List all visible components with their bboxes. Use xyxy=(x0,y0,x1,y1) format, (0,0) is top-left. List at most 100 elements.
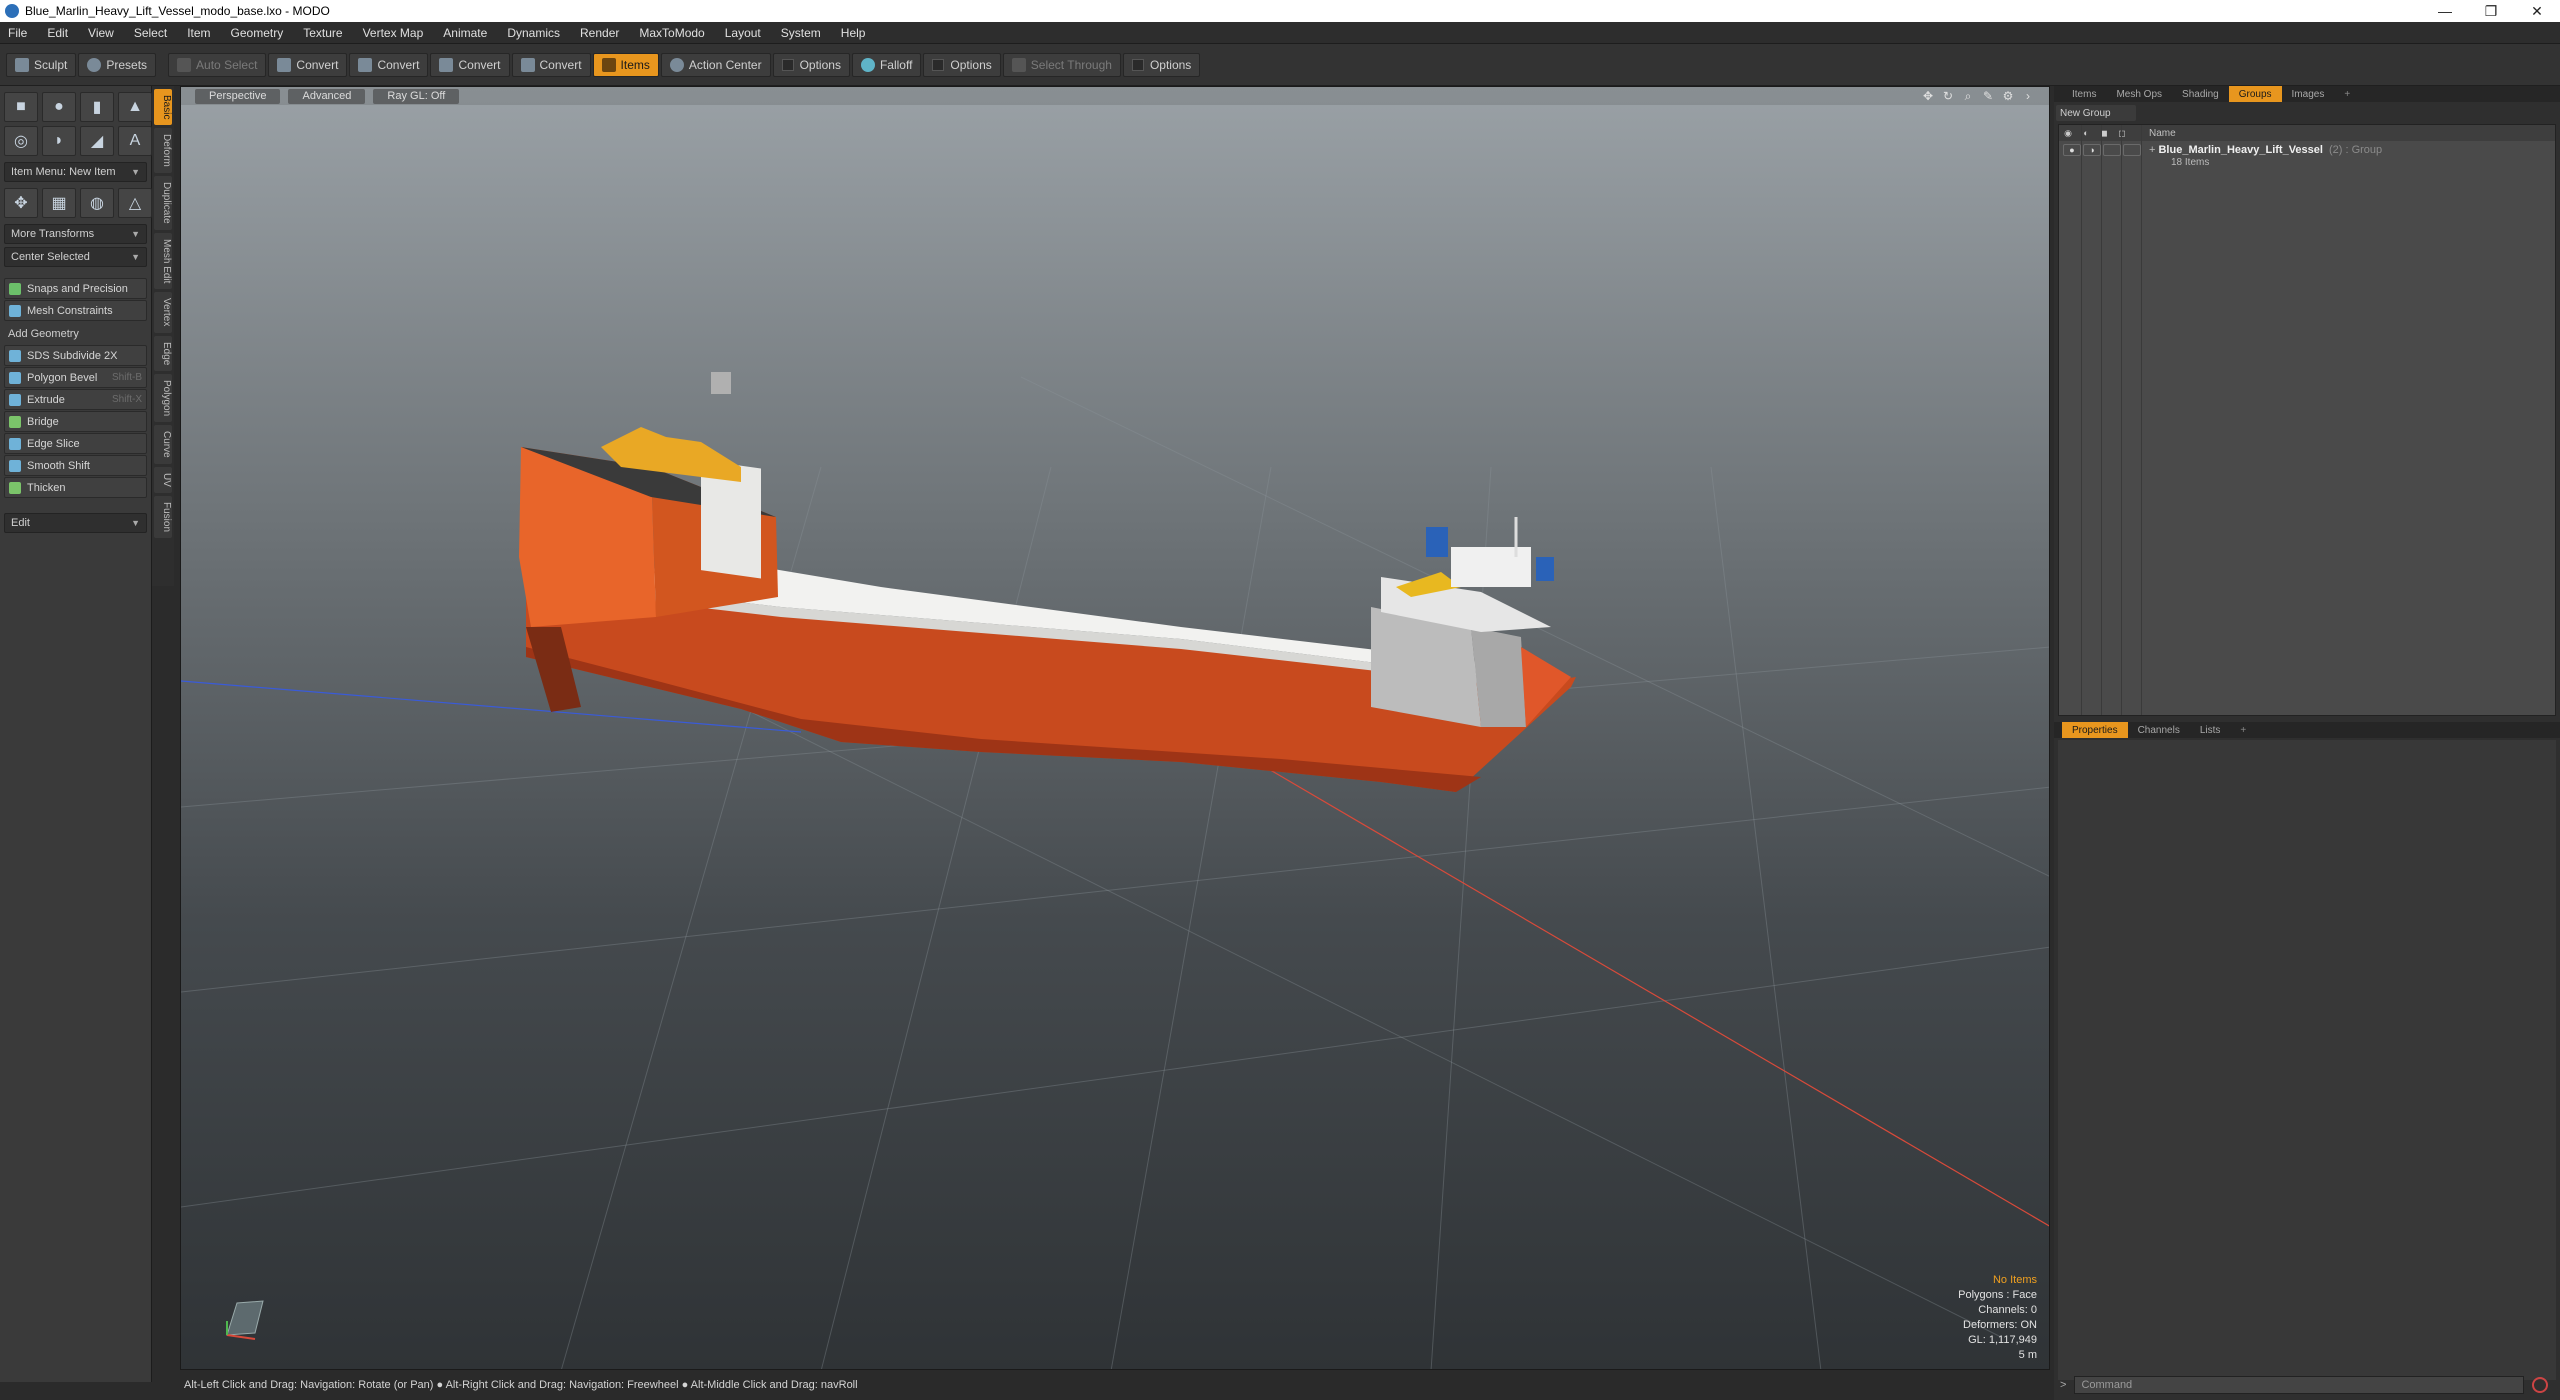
cube-icon[interactable]: ■ xyxy=(4,92,38,122)
new-group-button[interactable]: New Group xyxy=(2056,105,2136,121)
tab-edge[interactable]: Edge xyxy=(154,335,172,372)
render-toggle[interactable]: ◑ xyxy=(2083,144,2101,156)
name-column-header[interactable]: Name xyxy=(2149,128,2176,139)
tab-groups[interactable]: Groups xyxy=(2228,86,2282,102)
menu-edit[interactable]: Edit xyxy=(47,26,68,40)
close-button[interactable]: ✕ xyxy=(2514,0,2560,22)
convert-vertices-button[interactable]: Convert xyxy=(268,52,348,77)
smooth-shift-button[interactable]: Smooth Shift xyxy=(4,455,147,476)
zoom-icon[interactable]: ⌕ xyxy=(1961,89,1975,103)
perspective-button[interactable]: Perspective xyxy=(195,88,281,104)
item-menu-dropdown[interactable]: Item Menu: New Item ▼ xyxy=(4,162,147,182)
tab-uv[interactable]: UV xyxy=(154,466,172,493)
tab-lists[interactable]: Lists xyxy=(2190,722,2231,738)
pan-icon[interactable]: ✥ xyxy=(1921,89,1935,103)
menu-dynamics[interactable]: Dynamics xyxy=(507,26,560,40)
advanced-shading-button[interactable]: Advanced xyxy=(288,88,366,104)
polygon-bevel-button[interactable]: Polygon Bevel Shift-B xyxy=(4,367,147,388)
3d-viewport[interactable]: Perspective Advanced Ray GL: Off ✥ ↻ ⌕ ✎… xyxy=(180,86,2050,1370)
menu-view[interactable]: View xyxy=(88,26,114,40)
action-center-options-button[interactable]: Options xyxy=(772,52,850,77)
menu-render[interactable]: Render xyxy=(580,26,619,40)
add-tab-button[interactable]: + xyxy=(2334,86,2360,102)
tab-mesh-edit[interactable]: Mesh Edit xyxy=(154,232,172,290)
extrude-button[interactable]: Extrude Shift-X xyxy=(4,389,147,410)
wedge-icon[interactable]: ◢ xyxy=(80,126,114,156)
torus-icon[interactable]: ◎ xyxy=(4,126,38,156)
rotate-icon[interactable]: ↻ xyxy=(1941,89,1955,103)
center-selected-dropdown[interactable]: Center Selected ▼ xyxy=(4,247,147,267)
settings-icon[interactable]: ⚙ xyxy=(2001,89,2015,103)
tab-images[interactable]: Images xyxy=(2282,86,2335,102)
cylinder-icon[interactable]: ▮ xyxy=(80,92,114,122)
transform-icon[interactable]: ✥ xyxy=(4,188,38,218)
items-mode-button[interactable]: Items xyxy=(592,52,659,77)
menu-layout[interactable]: Layout xyxy=(725,26,761,40)
falloff-options-button[interactable]: Options xyxy=(923,52,1001,77)
tab-basic[interactable]: Basic xyxy=(154,89,172,126)
tab-mesh-ops[interactable]: Mesh Ops xyxy=(2106,86,2172,102)
bridge-button[interactable]: Bridge xyxy=(4,411,147,432)
add-property-tab-button[interactable]: + xyxy=(2230,722,2256,738)
capsule-icon[interactable]: ◗ xyxy=(42,126,76,156)
menu-select[interactable]: Select xyxy=(134,26,167,40)
minimize-button[interactable]: — xyxy=(2422,0,2468,22)
tab-polygon[interactable]: Polygon xyxy=(154,374,172,423)
expand-icon[interactable]: › xyxy=(2021,89,2035,103)
text-icon[interactable]: A xyxy=(118,126,152,156)
eye-icon[interactable]: ◉ xyxy=(2059,128,2077,139)
select-toggle[interactable] xyxy=(2123,144,2141,156)
tab-properties[interactable]: Properties xyxy=(2062,722,2128,738)
menu-vertex-map[interactable]: Vertex Map xyxy=(363,26,424,40)
thicken-button[interactable]: Thicken xyxy=(4,477,147,498)
auto-select-button[interactable]: Auto Select xyxy=(168,52,267,77)
tab-curve[interactable]: Curve xyxy=(154,425,172,464)
tab-channels[interactable]: Channels xyxy=(2128,722,2190,738)
convert-polygons-button[interactable]: Convert xyxy=(430,52,510,77)
tab-fusion[interactable]: Fusion xyxy=(154,495,172,538)
maximize-button[interactable]: ❐ xyxy=(2468,0,2514,22)
sds-subdivide-button[interactable]: SDS Subdivide 2X xyxy=(4,345,147,366)
edit-dropdown[interactable]: Edit ▼ xyxy=(4,513,147,533)
tab-duplicate[interactable]: Duplicate xyxy=(154,176,172,230)
convert-materials-button[interactable]: Convert xyxy=(511,52,591,77)
select-icon[interactable]: ◻ xyxy=(2113,128,2131,139)
edge-slice-button[interactable]: Edge Slice xyxy=(4,433,147,454)
falloff-button[interactable]: Falloff xyxy=(851,52,922,77)
tab-deform[interactable]: Deform xyxy=(154,128,172,174)
menu-item[interactable]: Item xyxy=(187,26,210,40)
tab-vertex[interactable]: Vertex xyxy=(154,292,172,333)
action-center-button[interactable]: Action Center xyxy=(660,52,771,77)
convert-edges-button[interactable]: Convert xyxy=(349,52,429,77)
menu-maxtomodo[interactable]: MaxToModo xyxy=(639,26,704,40)
sculpt-button[interactable]: Sculpt xyxy=(6,52,77,77)
sphere-icon[interactable]: ● xyxy=(42,92,76,122)
stop-icon[interactable] xyxy=(2532,1377,2549,1393)
menu-help[interactable]: Help xyxy=(841,26,866,40)
select-through-button[interactable]: Select Through xyxy=(1002,52,1121,77)
add-geometry-section[interactable]: Add Geometry xyxy=(4,324,147,343)
presets-button[interactable]: Presets xyxy=(78,52,157,77)
menu-system[interactable]: System xyxy=(781,26,821,40)
visibility-toggle[interactable]: ● xyxy=(2063,144,2081,156)
cone-icon[interactable]: ▲ xyxy=(118,92,152,122)
snaps-precision-button[interactable]: Snaps and Precision xyxy=(4,278,147,299)
lock-icon[interactable]: ◼ xyxy=(2095,128,2113,139)
globe-icon[interactable]: ◍ xyxy=(80,188,114,218)
paint-icon[interactable]: ✎ xyxy=(1981,89,1995,103)
menu-file[interactable]: File xyxy=(8,26,27,40)
command-input[interactable]: Command xyxy=(2074,1376,2525,1394)
pyramid-icon[interactable]: △ xyxy=(118,188,152,218)
tab-items[interactable]: Items xyxy=(2062,86,2106,102)
more-transforms-dropdown[interactable]: More Transforms ▼ xyxy=(4,224,147,244)
group-row[interactable]: ● ◑ + Blue_Marlin_Heavy_Lift_Vessel (2) :… xyxy=(2059,141,2555,171)
mesh-constraints-button[interactable]: Mesh Constraints xyxy=(4,300,147,321)
tab-shading[interactable]: Shading xyxy=(2172,86,2229,102)
lock-toggle[interactable] xyxy=(2103,144,2121,156)
menu-geometry[interactable]: Geometry xyxy=(231,26,284,40)
raygl-button[interactable]: Ray GL: Off xyxy=(373,88,460,104)
select-through-options-button[interactable]: Options xyxy=(1122,52,1201,77)
menu-animate[interactable]: Animate xyxy=(443,26,487,40)
grid-icon[interactable]: ▦ xyxy=(42,188,76,218)
menu-texture[interactable]: Texture xyxy=(303,26,342,40)
